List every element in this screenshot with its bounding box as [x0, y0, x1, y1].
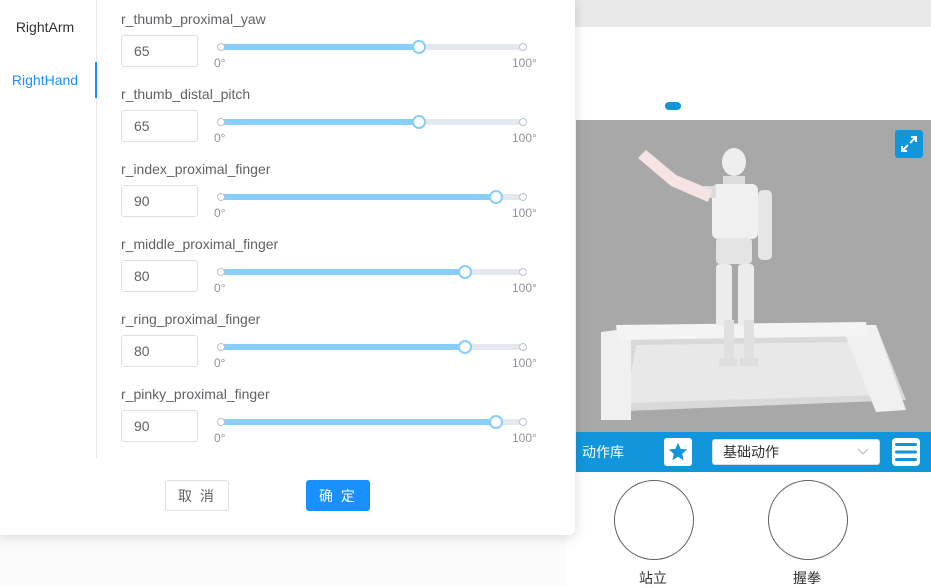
joint-name-label: r_index_proximal_finger	[121, 161, 271, 177]
action-library-label: 动作库	[582, 444, 624, 460]
background-left-footer	[0, 535, 566, 587]
joint-value-input[interactable]	[121, 185, 198, 217]
robot-right-arm	[638, 150, 712, 202]
slider-end-stop	[519, 118, 527, 126]
slider-fill	[217, 419, 496, 425]
slider-start-stop	[217, 193, 225, 201]
robot-torso	[712, 184, 758, 239]
pose-label-stand: 站立	[639, 570, 667, 586]
joint-value-input[interactable]	[121, 335, 198, 367]
joint-slider[interactable]	[217, 340, 527, 354]
joint-row: r_pinky_proximal_finger 0° 100°	[121, 386, 541, 461]
joint-name-label: r_middle_proximal_finger	[121, 236, 279, 252]
slider-min-label: 0°	[214, 281, 226, 295]
slider-max-label: 100°	[512, 281, 537, 295]
slider-max-label: 100°	[512, 356, 537, 370]
joint-slider[interactable]	[217, 265, 527, 279]
joint-name-label: r_thumb_distal_pitch	[121, 86, 251, 102]
slider-handle[interactable]	[411, 40, 426, 54]
joint-value-input[interactable]	[121, 260, 198, 292]
slider-min-label: 0°	[214, 131, 226, 145]
slider-end-stop	[519, 43, 527, 51]
fullscreen-button[interactable]	[895, 130, 923, 158]
slider-fill	[217, 344, 465, 350]
slider-fill	[217, 119, 419, 125]
slider-max-label: 100°	[512, 56, 537, 70]
joint-slider[interactable]	[217, 40, 527, 54]
slider-end-stop	[519, 193, 527, 201]
pose-button-stand[interactable]	[614, 480, 694, 560]
right-panel-top	[566, 27, 931, 120]
tab-right-arm[interactable]: RightArm	[0, 9, 96, 45]
slider-start-stop	[217, 343, 225, 351]
limb-tabs: RightArm RightHand	[0, 0, 97, 458]
slider-max-label: 100°	[512, 431, 537, 445]
slider-start-stop	[217, 268, 225, 276]
action-category-value: 基础动作	[723, 444, 779, 460]
pose-button-fist[interactable]	[768, 480, 848, 560]
joint-name-label: r_ring_proximal_finger	[121, 311, 261, 327]
star-icon	[668, 442, 688, 461]
tab-right-hand[interactable]: RightHand	[1, 62, 97, 98]
slider-end-stop	[519, 343, 527, 351]
slider-fill	[217, 44, 419, 50]
favorite-button[interactable]	[664, 438, 692, 466]
carousel-indicator[interactable]	[665, 102, 681, 110]
robot-right-leg	[716, 264, 732, 326]
robot-3d-viewport[interactable]	[576, 120, 931, 432]
joint-name-label: r_thumb_proximal_yaw	[121, 11, 266, 27]
right-topbar	[566, 0, 931, 27]
robot-scene	[601, 148, 906, 420]
slider-max-label: 100°	[512, 206, 537, 220]
joint-row: r_index_proximal_finger 0° 100°	[121, 161, 541, 236]
slider-end-stop	[519, 418, 527, 426]
slider-start-stop	[217, 43, 225, 51]
joint-value-input[interactable]	[121, 35, 198, 67]
robot-head	[722, 148, 746, 176]
slider-handle[interactable]	[411, 115, 426, 129]
joint-slider[interactable]	[217, 115, 527, 129]
slider-fill	[217, 194, 496, 200]
hamburger-icon	[895, 443, 917, 461]
slider-min-label: 0°	[214, 56, 226, 70]
joint-slider[interactable]	[217, 190, 527, 204]
joint-row: r_thumb_distal_pitch 0° 100°	[121, 86, 541, 161]
slider-fill	[217, 269, 465, 275]
slider-handle[interactable]	[458, 340, 472, 354]
chevron-down-icon	[857, 448, 869, 455]
slider-start-stop	[217, 118, 225, 126]
joint-name-label: r_pinky_proximal_finger	[121, 386, 270, 402]
slider-start-stop	[217, 418, 225, 426]
joint-value-input[interactable]	[121, 110, 198, 142]
pose-label-fist: 握拳	[793, 570, 821, 586]
floor-wall-left	[601, 328, 631, 420]
joint-value-input[interactable]	[121, 410, 198, 442]
cancel-button[interactable]: 取 消	[165, 480, 229, 511]
slider-max-label: 100°	[512, 131, 537, 145]
robot-left-arm	[758, 190, 772, 260]
confirm-button[interactable]: 确 定	[306, 480, 370, 511]
joint-slider[interactable]	[217, 415, 527, 429]
expand-icon	[901, 136, 917, 152]
action-category-select[interactable]: 基础动作	[712, 439, 880, 465]
slider-handle[interactable]	[458, 265, 472, 279]
slider-handle[interactable]	[489, 415, 503, 429]
joint-row: r_ring_proximal_finger 0° 100°	[121, 311, 541, 386]
slider-min-label: 0°	[214, 356, 226, 370]
slider-min-label: 0°	[214, 431, 226, 445]
right-pane: 动作库 基础动作 站立 握拳	[566, 0, 931, 587]
slider-end-stop	[519, 268, 527, 276]
slider-min-label: 0°	[214, 206, 226, 220]
joint-row: r_middle_proximal_finger 0° 100°	[121, 236, 541, 311]
joint-editor-dialog: RightArm RightHand r_thumb_proximal_yaw 0…	[0, 0, 575, 535]
robot-left-leg	[738, 264, 754, 326]
slider-handle[interactable]	[489, 190, 503, 204]
joint-row: r_thumb_proximal_yaw 0° 100°	[121, 11, 541, 86]
menu-button[interactable]	[892, 438, 920, 466]
action-library-bar: 动作库 基础动作	[576, 432, 931, 472]
